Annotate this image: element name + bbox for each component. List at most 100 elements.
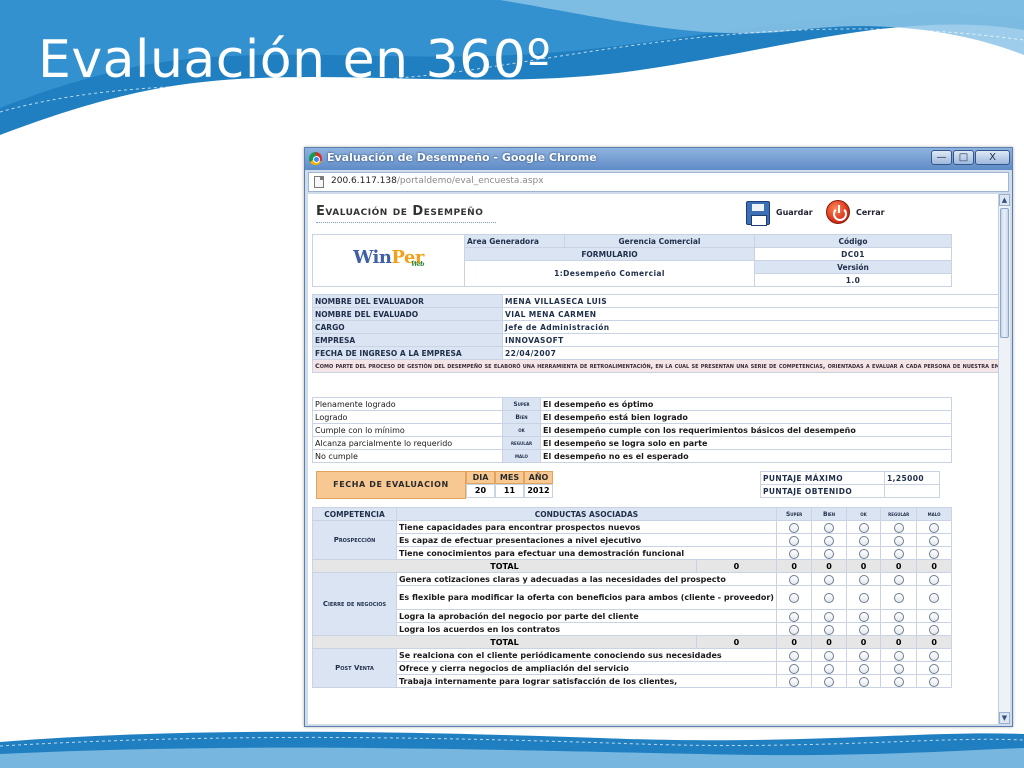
rating-radio[interactable] bbox=[858, 593, 869, 603]
radio-cell[interactable] bbox=[845, 546, 882, 560]
rating-radio[interactable] bbox=[824, 611, 835, 622]
rating-radio[interactable] bbox=[929, 574, 940, 585]
rating-radio[interactable] bbox=[789, 593, 800, 603]
rating-radio[interactable] bbox=[893, 624, 904, 635]
radio-cell[interactable] bbox=[845, 622, 882, 636]
rating-radio[interactable] bbox=[824, 548, 835, 559]
radio-cell[interactable] bbox=[845, 674, 882, 688]
radio-cell[interactable] bbox=[880, 533, 918, 547]
close-window-button[interactable]: X bbox=[975, 150, 1010, 165]
rating-radio[interactable] bbox=[893, 522, 904, 533]
radio-cell[interactable] bbox=[775, 622, 813, 636]
rating-radio[interactable] bbox=[929, 611, 940, 622]
rating-radio[interactable] bbox=[893, 574, 904, 585]
radio-cell[interactable] bbox=[845, 572, 882, 586]
minimize-button[interactable]: — bbox=[931, 150, 952, 165]
radio-cell[interactable] bbox=[775, 674, 813, 688]
rating-radio[interactable] bbox=[824, 574, 835, 585]
rating-radio[interactable] bbox=[929, 535, 940, 546]
rating-radio[interactable] bbox=[824, 663, 835, 674]
radio-cell[interactable] bbox=[880, 585, 918, 610]
url-text[interactable]: 200.6.117.138/portaldemo/eval_encuesta.a… bbox=[331, 176, 544, 186]
radio-cell[interactable] bbox=[775, 648, 813, 662]
vertical-scrollbar[interactable]: ▲ ▼ bbox=[998, 194, 1010, 724]
radio-cell[interactable] bbox=[775, 546, 813, 560]
radio-cell[interactable] bbox=[916, 609, 952, 623]
radio-cell[interactable] bbox=[916, 533, 952, 547]
rating-radio[interactable] bbox=[858, 522, 869, 533]
rating-radio[interactable] bbox=[789, 522, 800, 533]
radio-cell[interactable] bbox=[811, 572, 847, 586]
rating-radio[interactable] bbox=[824, 593, 835, 603]
mes-value[interactable]: 11 bbox=[495, 484, 524, 498]
radio-cell[interactable] bbox=[811, 533, 847, 547]
rating-radio[interactable] bbox=[929, 548, 940, 559]
radio-cell[interactable] bbox=[811, 648, 847, 662]
rating-radio[interactable] bbox=[858, 548, 869, 559]
radio-cell[interactable] bbox=[916, 546, 952, 560]
radio-cell[interactable] bbox=[811, 520, 847, 534]
radio-cell[interactable] bbox=[916, 674, 952, 688]
radio-cell[interactable] bbox=[845, 585, 882, 610]
radio-cell[interactable] bbox=[880, 609, 918, 623]
rating-radio[interactable] bbox=[824, 535, 835, 546]
address-bar[interactable]: 200.6.117.138/portaldemo/eval_encuesta.a… bbox=[308, 172, 1009, 192]
rating-radio[interactable] bbox=[858, 676, 869, 687]
rating-radio[interactable] bbox=[858, 650, 869, 661]
rating-radio[interactable] bbox=[893, 676, 904, 687]
rating-radio[interactable] bbox=[893, 663, 904, 674]
radio-cell[interactable] bbox=[916, 648, 952, 662]
rating-radio[interactable] bbox=[893, 611, 904, 622]
rating-radio[interactable] bbox=[789, 535, 800, 546]
rating-radio[interactable] bbox=[858, 663, 869, 674]
rating-radio[interactable] bbox=[858, 574, 869, 585]
rating-radio[interactable] bbox=[824, 676, 835, 687]
radio-cell[interactable] bbox=[811, 674, 847, 688]
radio-cell[interactable] bbox=[916, 661, 952, 675]
radio-cell[interactable] bbox=[775, 572, 813, 586]
ano-value[interactable]: 2012 bbox=[524, 484, 553, 498]
radio-cell[interactable] bbox=[880, 520, 918, 534]
radio-cell[interactable] bbox=[775, 609, 813, 623]
radio-cell[interactable] bbox=[880, 622, 918, 636]
rating-radio[interactable] bbox=[929, 663, 940, 674]
close-form-button[interactable]: Cerrar bbox=[826, 200, 892, 226]
radio-cell[interactable] bbox=[811, 609, 847, 623]
scroll-up-arrow-icon[interactable]: ▲ bbox=[999, 194, 1010, 206]
radio-cell[interactable] bbox=[845, 661, 882, 675]
radio-cell[interactable] bbox=[845, 609, 882, 623]
rating-radio[interactable] bbox=[858, 535, 869, 546]
window-titlebar[interactable]: Evaluación de Desempeño - Google Chrome … bbox=[305, 148, 1012, 170]
rating-radio[interactable] bbox=[929, 676, 940, 687]
radio-cell[interactable] bbox=[845, 648, 882, 662]
radio-cell[interactable] bbox=[880, 572, 918, 586]
radio-cell[interactable] bbox=[916, 585, 952, 610]
scroll-down-arrow-icon[interactable]: ▼ bbox=[999, 712, 1010, 724]
rating-radio[interactable] bbox=[858, 611, 869, 622]
rating-radio[interactable] bbox=[824, 624, 835, 635]
rating-radio[interactable] bbox=[893, 535, 904, 546]
rating-radio[interactable] bbox=[789, 663, 800, 674]
rating-radio[interactable] bbox=[824, 522, 835, 533]
radio-cell[interactable] bbox=[811, 661, 847, 675]
radio-cell[interactable] bbox=[880, 674, 918, 688]
radio-cell[interactable] bbox=[916, 622, 952, 636]
radio-cell[interactable] bbox=[811, 585, 847, 610]
radio-cell[interactable] bbox=[916, 572, 952, 586]
rating-radio[interactable] bbox=[824, 650, 835, 661]
maximize-button[interactable]: □ bbox=[953, 150, 974, 165]
rating-radio[interactable] bbox=[929, 624, 940, 635]
rating-radio[interactable] bbox=[789, 574, 800, 585]
rating-radio[interactable] bbox=[929, 593, 940, 603]
radio-cell[interactable] bbox=[916, 520, 952, 534]
rating-radio[interactable] bbox=[929, 650, 940, 661]
radio-cell[interactable] bbox=[811, 622, 847, 636]
radio-cell[interactable] bbox=[775, 533, 813, 547]
rating-radio[interactable] bbox=[893, 650, 904, 661]
radio-cell[interactable] bbox=[880, 546, 918, 560]
rating-radio[interactable] bbox=[789, 650, 800, 661]
save-button[interactable]: Guardar bbox=[746, 200, 816, 226]
radio-cell[interactable] bbox=[775, 585, 813, 610]
radio-cell[interactable] bbox=[880, 648, 918, 662]
rating-radio[interactable] bbox=[789, 548, 800, 559]
